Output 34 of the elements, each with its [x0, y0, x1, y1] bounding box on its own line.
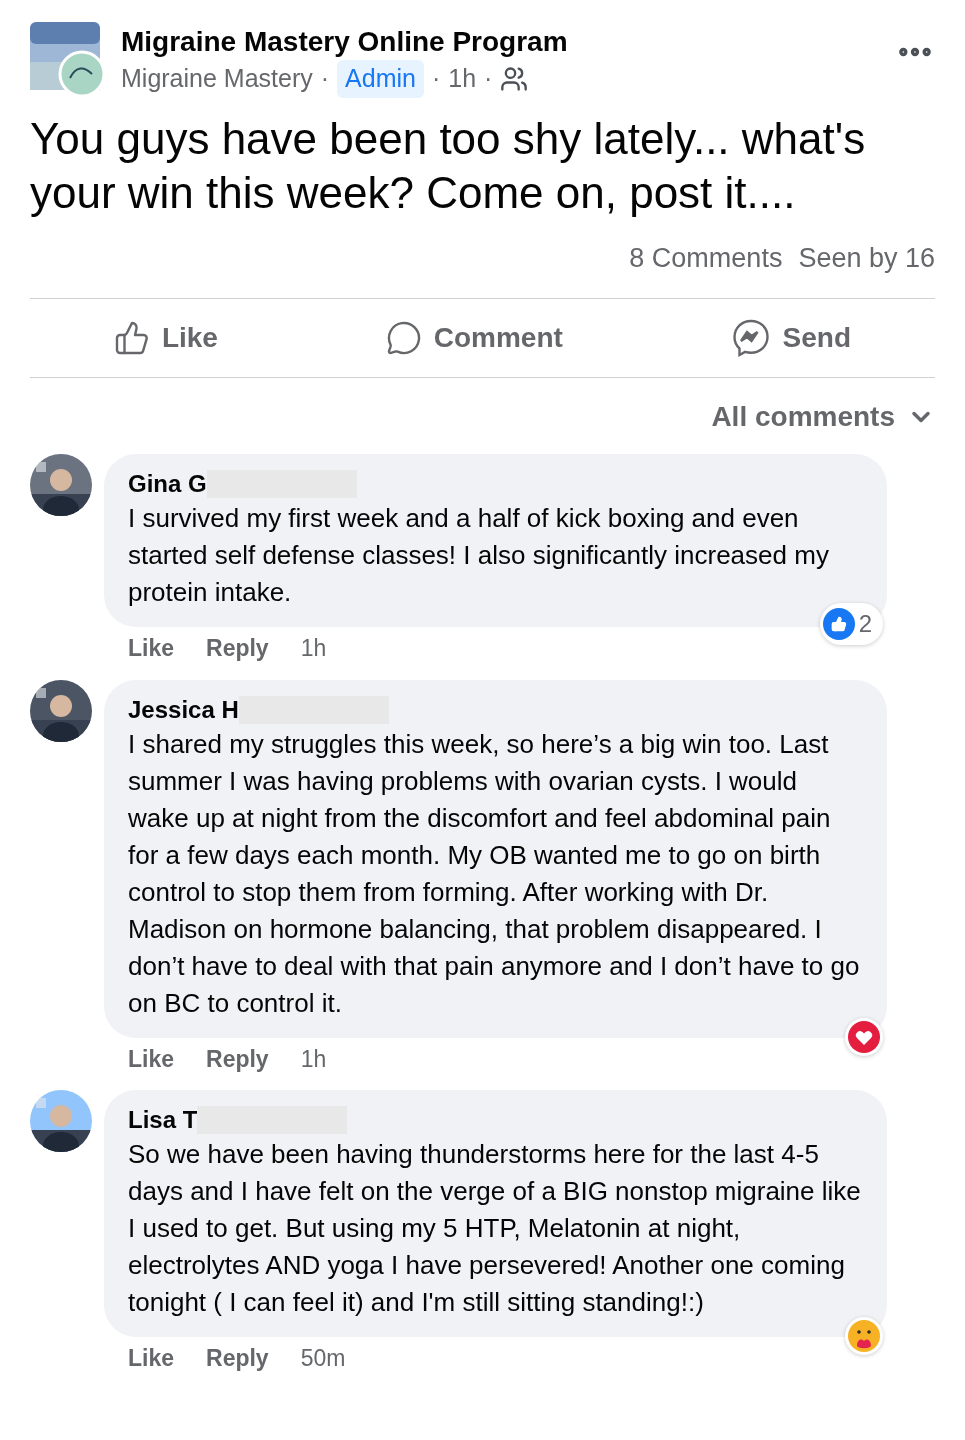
comment-text: So we have been having thunderstorms here for the last 4-5 days and I have felt on the verge of a BIG nonstop migraine like I used to get. But using my 5 HTP, Melatonin at night, electrolytes AND yoga I have persevered! Another one coming tonight ( I can feel it) and I'm still sitting standing!:) — [128, 1138, 862, 1319]
comment-time[interactable]: 50m — [300, 1341, 346, 1376]
commenter-name[interactable]: Jessica H — [128, 693, 239, 726]
send-button[interactable]: Send — [714, 309, 868, 367]
commenter-name[interactable]: Lisa T — [128, 1104, 198, 1136]
comment-count[interactable]: 8 Comments — [629, 237, 783, 278]
separator-dot: · — [431, 63, 441, 94]
seen-count[interactable]: Seen by 16 — [798, 237, 935, 278]
reaction-count: 2 — [858, 609, 873, 639]
comment-time[interactable]: 1h — [300, 631, 327, 666]
comment-sort-dropdown[interactable]: All comments — [711, 396, 935, 438]
like-button[interactable]: Like — [97, 309, 234, 367]
reaction-badge[interactable]: 2 — [819, 603, 883, 645]
post-time[interactable]: 1h — [448, 60, 477, 98]
reply-link[interactable]: Reply — [206, 1041, 269, 1076]
commenter-name[interactable]: Gina G — [128, 468, 207, 500]
comment-time[interactable]: 1h — [300, 1041, 327, 1076]
admin-badge: Admin — [337, 60, 424, 98]
like-link[interactable]: Like — [128, 1041, 175, 1076]
like-link[interactable]: Like — [128, 1341, 175, 1376]
comment-button[interactable]: Comment — [369, 309, 579, 367]
speech-bubble-icon — [385, 320, 422, 356]
separator-dot: · — [484, 63, 493, 94]
comment-text: I shared my struggles this week, so here’s a big win too. Last summer I was having problems with ovarian cysts. I would wake up at night from the discomfort and feel abdominal pain for a few days each month. My OB wanted me to go on birth control to stop them from forming. After working with Dr. Madison on hormone balancing, that problem disappeared. I don’t have to deal with that pain anymore and I don’t have to go on BC to control it. — [128, 727, 861, 1020]
post-text: You guys have been too shy lately... what's your win this week? Come on, post it.... — [30, 112, 867, 219]
like-link[interactable]: Like — [128, 631, 175, 666]
messenger-icon — [730, 318, 771, 358]
author-name[interactable]: Migraine Mastery — [121, 60, 313, 98]
group-title[interactable]: Migraine Mastery Online Program — [121, 24, 879, 60]
group-audience-icon — [500, 64, 529, 93]
reply-link[interactable]: Reply — [206, 631, 269, 666]
thumbs-up-icon — [113, 320, 150, 356]
reply-link[interactable]: Reply — [206, 1341, 269, 1376]
separator-dot: · — [320, 63, 330, 94]
